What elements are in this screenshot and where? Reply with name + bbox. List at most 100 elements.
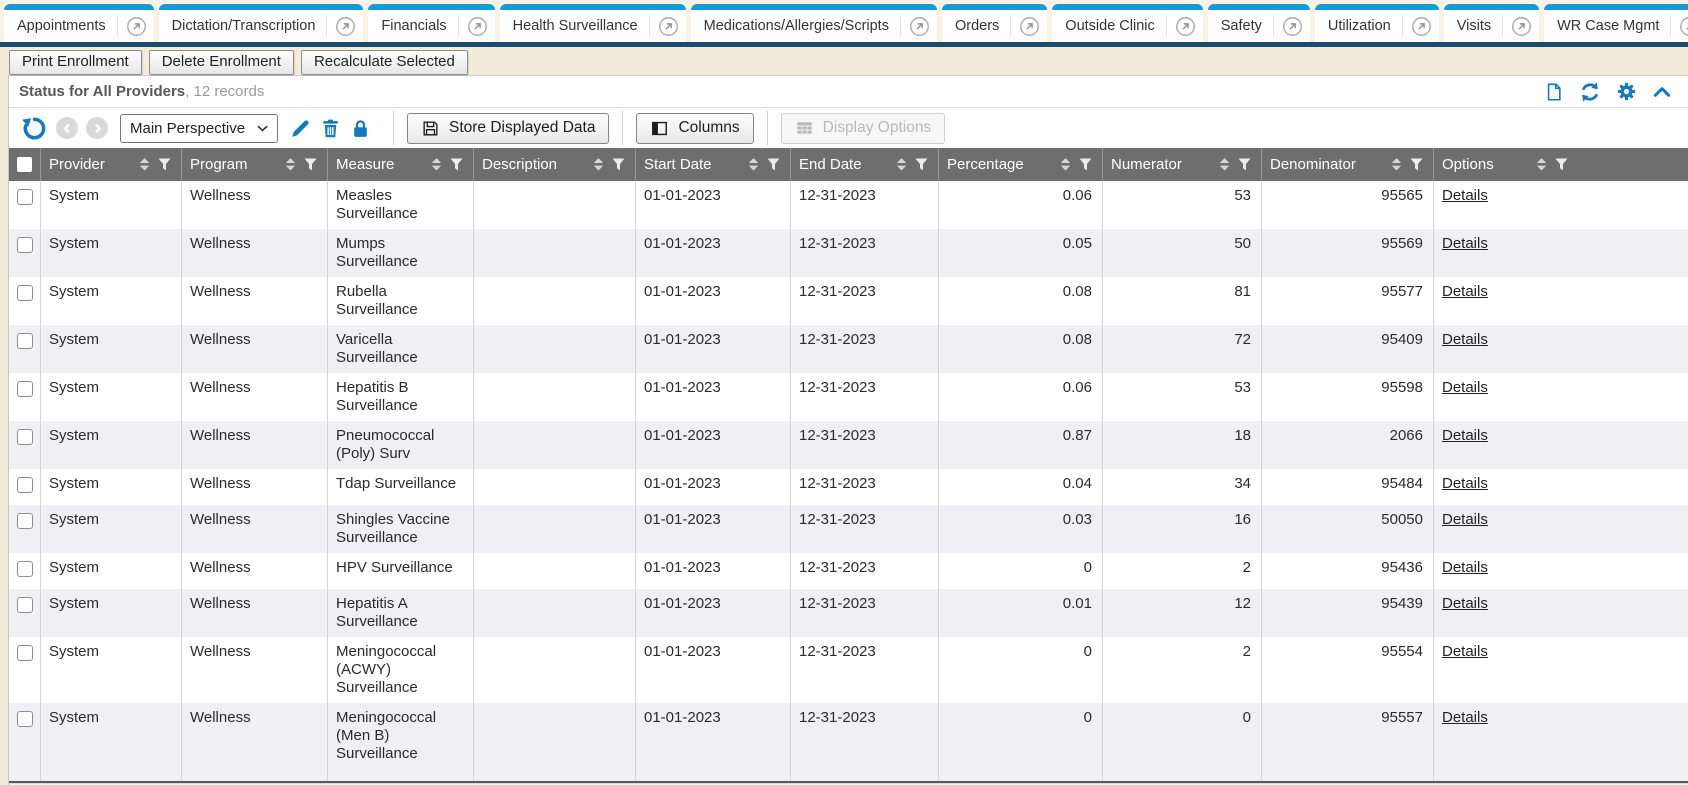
filter-icon[interactable] — [915, 158, 928, 171]
popout-icon[interactable] — [1679, 16, 1688, 37]
details-link[interactable]: Details — [1442, 511, 1488, 528]
popout-icon[interactable] — [1511, 16, 1532, 37]
popout-icon[interactable] — [335, 16, 356, 37]
column-header[interactable]: Options — [1434, 148, 1688, 181]
details-link[interactable]: Details — [1442, 379, 1488, 396]
filter-icon[interactable] — [1410, 158, 1423, 171]
column-header[interactable]: Start Date — [636, 148, 791, 181]
module-tab[interactable]: Medications/Allergies/Scripts — [691, 4, 937, 42]
lock-icon[interactable] — [350, 118, 371, 139]
details-link[interactable]: Details — [1442, 427, 1488, 444]
column-header[interactable]: Measure — [328, 148, 474, 181]
sort-icon[interactable] — [1219, 158, 1230, 171]
module-tab[interactable]: Financials — [368, 4, 494, 42]
column-header[interactable]: Denominator — [1262, 148, 1434, 181]
filter-icon[interactable] — [450, 158, 463, 171]
sort-icon[interactable] — [896, 158, 907, 171]
popout-icon[interactable] — [126, 16, 147, 37]
row-checkbox[interactable] — [17, 333, 33, 349]
table-row[interactable]: System Wellness Varicella Surveillance 0… — [9, 325, 1688, 373]
details-link[interactable]: Details — [1442, 235, 1488, 252]
enrollment-action-button[interactable]: Recalculate Selected — [301, 50, 468, 75]
select-all-checkbox[interactable] — [17, 157, 32, 172]
sort-icon[interactable] — [1060, 158, 1071, 171]
row-checkbox[interactable] — [17, 477, 33, 493]
module-tab[interactable]: Outside Clinic — [1052, 4, 1202, 42]
filter-icon[interactable] — [158, 158, 171, 171]
popout-icon[interactable] — [1175, 16, 1196, 37]
popout-icon[interactable] — [909, 16, 930, 37]
table-row[interactable]: System Wellness Tdap Surveillance 01-01-… — [9, 469, 1688, 505]
row-checkbox[interactable] — [17, 597, 33, 613]
column-header[interactable]: End Date — [791, 148, 939, 181]
sort-icon[interactable] — [285, 158, 296, 171]
popout-icon[interactable] — [1019, 16, 1040, 37]
details-link[interactable]: Details — [1442, 595, 1488, 612]
popout-icon[interactable] — [658, 16, 679, 37]
column-header[interactable]: Program — [182, 148, 328, 181]
filter-icon[interactable] — [1079, 158, 1092, 171]
filter-icon[interactable] — [1555, 158, 1568, 171]
module-tab[interactable]: Health Surveillance — [500, 4, 686, 42]
row-checkbox[interactable] — [17, 285, 33, 301]
table-row[interactable]: System Wellness Hepatitis A Surveillance… — [9, 589, 1688, 637]
table-row[interactable]: System Wellness Mumps Surveillance 01-01… — [9, 229, 1688, 277]
row-checkbox[interactable] — [17, 189, 33, 205]
delete-perspective-icon[interactable] — [320, 118, 341, 139]
column-header[interactable]: Numerator — [1103, 148, 1262, 181]
details-link[interactable]: Details — [1442, 643, 1488, 660]
sort-icon[interactable] — [1536, 158, 1547, 171]
row-checkbox[interactable] — [17, 513, 33, 529]
module-tab[interactable]: Dictation/Transcription — [159, 4, 364, 42]
gear-icon[interactable] — [1616, 81, 1637, 102]
sort-icon[interactable] — [1391, 158, 1402, 171]
table-row[interactable]: System Wellness Meningococcal (ACWY) Sur… — [9, 637, 1688, 703]
module-tab[interactable]: Visits — [1444, 4, 1539, 42]
popout-icon[interactable] — [1282, 16, 1303, 37]
filter-icon[interactable] — [1238, 158, 1251, 171]
sort-icon[interactable] — [139, 158, 150, 171]
details-link[interactable]: Details — [1442, 475, 1488, 492]
table-row[interactable]: System Wellness HPV Surveillance 01-01-2… — [9, 553, 1688, 589]
details-link[interactable]: Details — [1442, 187, 1488, 204]
row-checkbox[interactable] — [17, 561, 33, 577]
table-row[interactable]: System Wellness Meningococcal (Men B) Su… — [9, 703, 1688, 781]
enrollment-action-button[interactable]: Print Enrollment — [9, 50, 142, 75]
table-row[interactable]: System Wellness Hepatitis B Surveillance… — [9, 373, 1688, 421]
refresh-icon[interactable] — [1579, 81, 1601, 103]
popout-icon[interactable] — [1411, 16, 1432, 37]
filter-icon[interactable] — [767, 158, 780, 171]
columns-button[interactable]: Columns — [636, 113, 753, 144]
sort-icon[interactable] — [593, 158, 604, 171]
enrollment-action-button[interactable]: Delete Enrollment — [149, 50, 294, 75]
back-icon[interactable] — [56, 117, 78, 139]
details-link[interactable]: Details — [1442, 559, 1488, 576]
module-tab[interactable]: Safety — [1208, 4, 1310, 42]
column-header[interactable]: Percentage — [939, 148, 1103, 181]
table-row[interactable]: System Wellness Shingles Vaccine Surveil… — [9, 505, 1688, 553]
store-displayed-data-button[interactable]: Store Displayed Data — [407, 113, 609, 144]
popout-icon[interactable] — [467, 16, 488, 37]
module-tab[interactable]: Utilization — [1315, 4, 1439, 42]
filter-icon[interactable] — [304, 158, 317, 171]
new-document-icon[interactable] — [1544, 82, 1564, 102]
edit-perspective-icon[interactable] — [290, 118, 311, 139]
sort-icon[interactable] — [748, 158, 759, 171]
details-link[interactable]: Details — [1442, 283, 1488, 300]
row-checkbox[interactable] — [17, 237, 33, 253]
filter-icon[interactable] — [612, 158, 625, 171]
module-tab[interactable]: Orders — [942, 4, 1047, 42]
row-checkbox[interactable] — [17, 711, 33, 727]
sort-icon[interactable] — [431, 158, 442, 171]
details-link[interactable]: Details — [1442, 331, 1488, 348]
details-link[interactable]: Details — [1442, 709, 1488, 726]
module-tab[interactable]: Appointments — [4, 4, 154, 42]
table-row[interactable]: System Wellness Measles Surveillance 01-… — [9, 181, 1688, 229]
column-header[interactable]: Description — [474, 148, 636, 181]
undo-icon[interactable] — [22, 116, 47, 141]
collapse-panel-icon[interactable] — [1652, 82, 1672, 102]
perspective-select[interactable]: Main Perspective — [120, 114, 278, 143]
table-row[interactable]: System Wellness Rubella Surveillance 01-… — [9, 277, 1688, 325]
module-tab[interactable]: WR Case Mgmt — [1544, 4, 1688, 42]
row-checkbox[interactable] — [17, 429, 33, 445]
